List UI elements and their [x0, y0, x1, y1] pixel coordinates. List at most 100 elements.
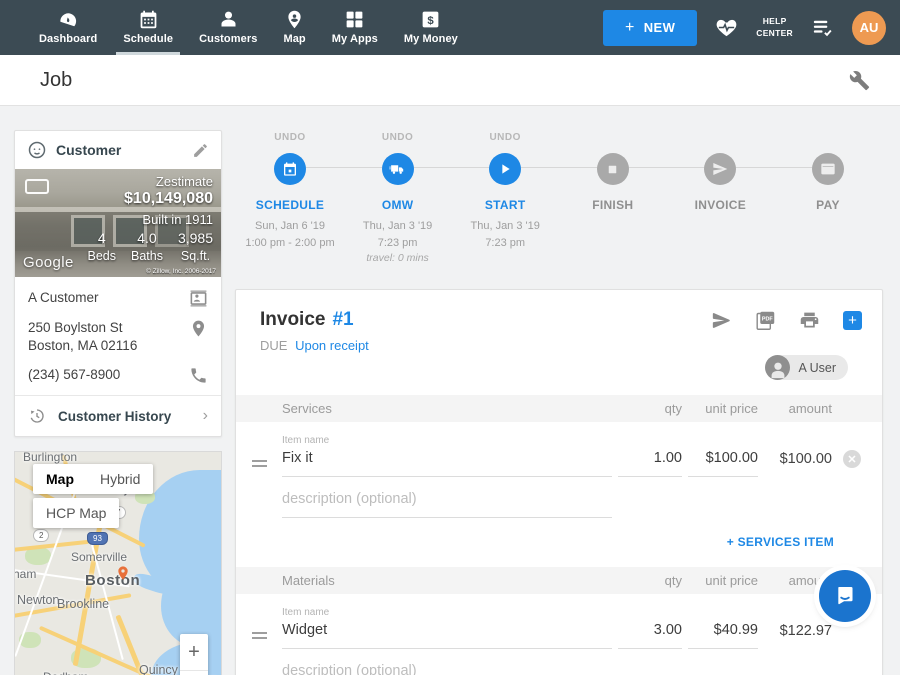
- nav-label: My Apps: [332, 33, 378, 45]
- contact-card-icon[interactable]: [189, 289, 208, 308]
- new-button[interactable]: + NEW: [603, 10, 697, 46]
- zillow-attribution: © Zillow, Inc. 2006-2017: [146, 268, 216, 275]
- undo-start-button[interactable]: UNDO: [489, 132, 520, 146]
- due-terms-link[interactable]: Upon receipt: [295, 338, 369, 353]
- service-line-item: Item name $100.00 ✕: [236, 422, 882, 518]
- help-center-line1: HELP: [756, 16, 793, 27]
- section-title: Services: [282, 401, 612, 416]
- user-avatar[interactable]: AU: [852, 11, 886, 45]
- remove-line-item-button[interactable]: ✕: [843, 450, 861, 468]
- step-label: PAY: [816, 198, 840, 212]
- history-clock-icon: [28, 407, 46, 425]
- map-pin-icon: [284, 9, 305, 30]
- pay-step-button[interactable]: [812, 153, 844, 185]
- materials-section-header: Materials qty unit price amount: [236, 567, 882, 594]
- nav-item-customers[interactable]: Customers: [186, 0, 270, 55]
- invoice-number[interactable]: #1: [332, 309, 353, 331]
- job-location-pin: [115, 565, 131, 581]
- phone-icon[interactable]: [189, 366, 208, 385]
- step-label: START: [485, 198, 526, 212]
- step-omw: UNDO OMW Thu, Jan 3 '197:23 pm travel: 0…: [347, 132, 449, 264]
- drag-handle[interactable]: [252, 457, 267, 470]
- property-street-view-photo[interactable]: Zestimate $10,149,080 Built in 1911 4Bed…: [15, 169, 221, 277]
- nav-item-dashboard[interactable]: Dashboard: [26, 0, 110, 55]
- description-input[interactable]: [282, 663, 612, 675]
- step-date-line2: 7:23 pm: [378, 237, 418, 249]
- customer-history-button[interactable]: Customer History ›: [15, 396, 221, 436]
- undo-schedule-button[interactable]: UNDO: [274, 132, 305, 146]
- map-zoom-control: + −: [180, 634, 208, 675]
- add-services-item-link[interactable]: + SERVICES ITEM: [727, 535, 834, 549]
- qty-input[interactable]: [618, 622, 682, 649]
- item-name-input[interactable]: [282, 450, 612, 477]
- nav-label: My Money: [404, 33, 458, 45]
- stop-icon: [605, 162, 620, 177]
- help-center-button[interactable]: HELP CENTER: [756, 16, 793, 38]
- baths-label: Baths: [131, 249, 163, 263]
- item-name-input[interactable]: [282, 622, 612, 649]
- invoice-title: Invoice: [260, 309, 325, 331]
- job-settings-wrench-icon[interactable]: [849, 70, 870, 91]
- map-label-somerville: Somerville: [71, 550, 127, 564]
- description-input[interactable]: [282, 491, 612, 518]
- beds-label: Beds: [87, 249, 116, 263]
- pdf-icon[interactable]: PDF: [755, 310, 776, 331]
- step-date-line2: 1:00 pm - 2:00 pm: [245, 237, 334, 249]
- zestimate-value: $10,149,080: [124, 190, 213, 208]
- step-label: SCHEDULE: [256, 198, 324, 212]
- material-line-item: Item name $122.97 ✕: [236, 594, 882, 675]
- credit-card-icon: [820, 161, 836, 177]
- print-icon[interactable]: [799, 310, 820, 331]
- new-button-label: NEW: [644, 20, 676, 35]
- step-dates: Sun, Jan 6 '191:00 pm - 2:00 pm: [245, 218, 334, 251]
- invoice-card: Invoice #1 PDF + DUE Upon receipt: [235, 289, 883, 675]
- nav-label: Customers: [199, 33, 257, 45]
- item-name-label: Item name: [282, 435, 612, 446]
- finish-step-button[interactable]: [597, 153, 629, 185]
- tasks-checklist-icon[interactable]: [811, 16, 834, 39]
- street-view-frame-icon[interactable]: [25, 179, 49, 194]
- map-widget[interactable]: Burlington Lynn Somerville ham Boston Ne…: [14, 451, 222, 675]
- send-invoice-icon[interactable]: [711, 310, 732, 331]
- nav-item-map[interactable]: Map: [270, 0, 318, 55]
- zestimate-label: Zestimate: [156, 174, 213, 189]
- due-label: DUE: [260, 338, 287, 353]
- map-type-map-button[interactable]: Map: [33, 464, 87, 494]
- location-pin-icon[interactable]: [189, 319, 208, 338]
- unit-price-input[interactable]: [688, 450, 758, 477]
- send-icon: [712, 161, 728, 177]
- dollar-icon: $: [420, 9, 441, 30]
- beds-value: 4: [87, 230, 116, 246]
- interstate-93-shield: 93: [87, 532, 108, 545]
- nav-item-my-money[interactable]: $ My Money: [391, 0, 471, 55]
- health-heart-icon[interactable]: [715, 16, 738, 39]
- edit-customer-pencil-icon[interactable]: [192, 142, 209, 159]
- drag-handle[interactable]: [252, 629, 267, 642]
- customer-phone: (234) 567-8900: [28, 366, 120, 384]
- hcp-map-button[interactable]: HCP Map: [33, 498, 119, 528]
- nav-label: Schedule: [123, 33, 173, 45]
- nav-item-schedule[interactable]: Schedule: [110, 0, 186, 55]
- add-invoice-button[interactable]: +: [843, 311, 862, 330]
- map-label-burlington: Burlington: [23, 451, 77, 464]
- step-finish: FINISH: [562, 132, 664, 264]
- nav-item-my-apps[interactable]: My Apps: [319, 0, 391, 55]
- start-step-button[interactable]: [489, 153, 521, 185]
- assignee-chip[interactable]: A User: [765, 355, 848, 380]
- invoice-step-button[interactable]: [704, 153, 736, 185]
- zoom-in-button[interactable]: +: [180, 634, 208, 670]
- omw-step-button[interactable]: [382, 153, 414, 185]
- qty-input[interactable]: [618, 450, 682, 477]
- unit-price-input[interactable]: [688, 622, 758, 649]
- schedule-step-button[interactable]: [274, 153, 306, 185]
- map-type-hybrid-button[interactable]: Hybrid: [87, 464, 153, 494]
- assignee-avatar-icon: [765, 355, 790, 380]
- chat-launcher-button[interactable]: [819, 570, 871, 622]
- address-line2: Boston, MA 02116: [28, 338, 137, 353]
- step-date-line2: 7:23 pm: [485, 237, 525, 249]
- zoom-out-button[interactable]: −: [180, 671, 208, 675]
- person-icon: [218, 9, 239, 30]
- step-label: OMW: [382, 198, 414, 212]
- google-watermark: Google: [23, 254, 74, 271]
- undo-omw-button[interactable]: UNDO: [382, 132, 413, 146]
